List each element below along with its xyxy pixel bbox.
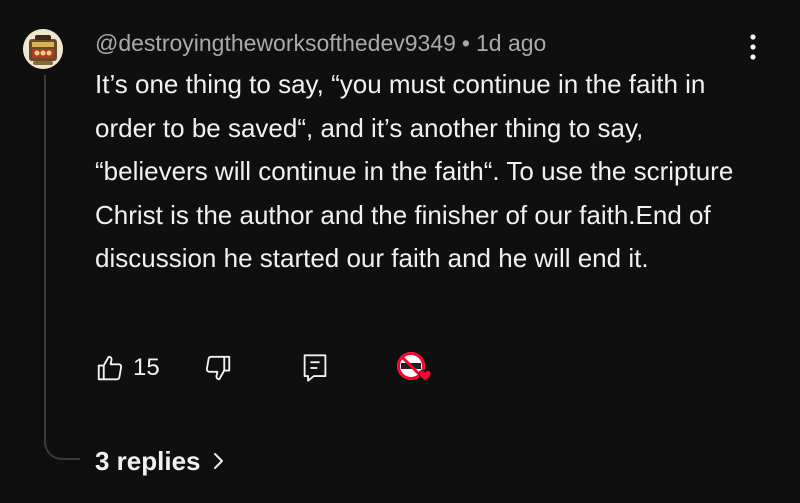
comment-text: It’s one thing to say, “you must continu… xyxy=(95,69,734,274)
author-handle[interactable]: @destroyingtheworksofthedev9349 xyxy=(95,30,456,56)
creator-heart xyxy=(395,348,437,388)
replies-label: 3 replies xyxy=(95,445,201,476)
thumbs-down-icon xyxy=(205,355,231,381)
reply-comment-icon xyxy=(303,354,327,382)
vertical-ellipsis-icon xyxy=(750,34,756,60)
meta-separator: • xyxy=(461,30,470,56)
thread-connector xyxy=(44,420,80,460)
creator-heart-icon xyxy=(397,352,432,382)
thread-line xyxy=(44,75,46,440)
comment-thread: @destroyingtheworksofthedev9349 • 1d ago I… xyxy=(0,0,800,503)
comment-actions: 15 xyxy=(95,348,455,388)
view-replies-button[interactable]: 3 replies xyxy=(95,444,225,478)
avatar-image xyxy=(23,29,63,69)
chevron-right-icon xyxy=(211,450,225,472)
dislike-button[interactable] xyxy=(203,348,233,388)
comment-meta: @destroyingtheworksofthedev9349 • 1d ago xyxy=(95,29,546,57)
reply-button[interactable] xyxy=(301,348,329,388)
like-count: 15 xyxy=(133,354,160,381)
comment-menu-button[interactable] xyxy=(741,32,765,62)
avatar[interactable] xyxy=(23,29,63,69)
comment-time[interactable]: 1d ago xyxy=(476,30,546,56)
like-button[interactable]: 15 xyxy=(95,348,160,388)
thumbs-up-icon xyxy=(97,355,123,381)
